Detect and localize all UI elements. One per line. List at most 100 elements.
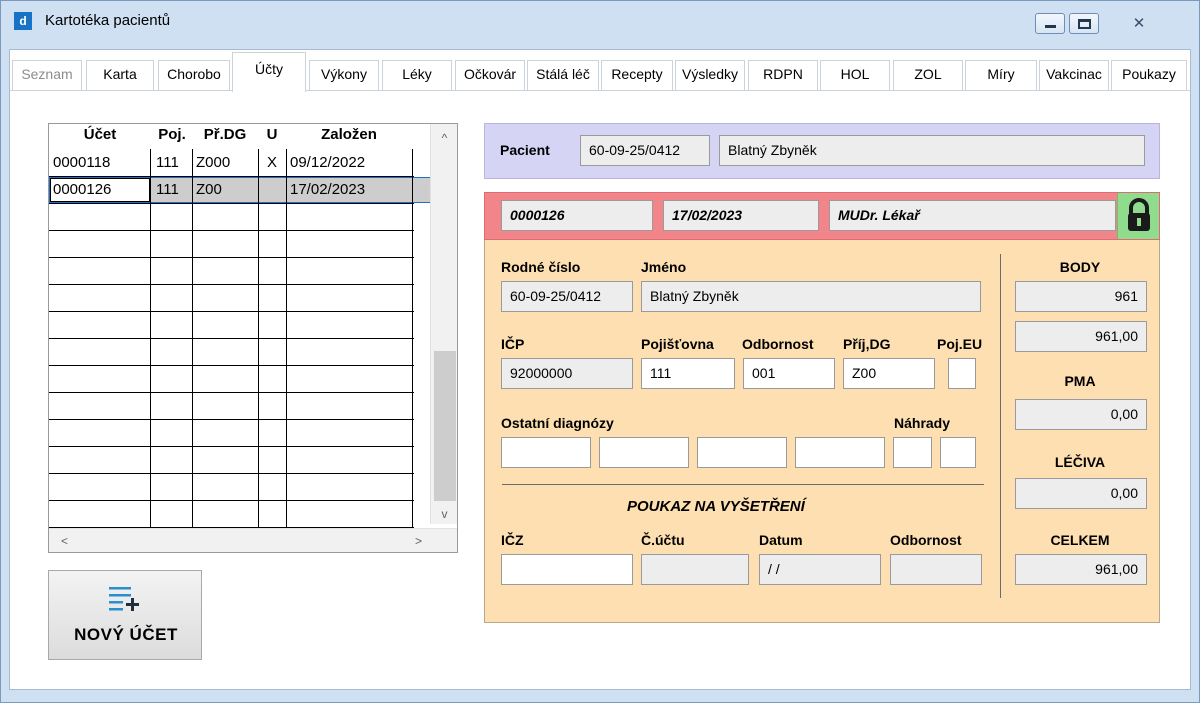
icz-field[interactable] [501,554,633,585]
poj-eu-field[interactable] [948,358,976,389]
grid-line [49,500,414,501]
maximize-button[interactable] [1069,13,1099,34]
accounts-grid[interactable]: Účet Poj. Př.DG U Založen 0000118 111 Z0… [48,123,458,553]
grid-line [49,419,414,420]
vertical-scrollbar[interactable]: ^ v [430,124,457,524]
tab-karta[interactable]: Karta [86,60,154,90]
col-zalozen[interactable]: Založen [286,126,412,148]
minimize-button[interactable] [1035,13,1065,34]
grid-line [49,257,414,258]
scroll-up-icon[interactable]: ^ [431,128,457,148]
account-detail-panel: Rodné číslo Jméno 60-09-25/0412 Blatný Z… [484,240,1160,623]
prij-dg-label: Příj,DG [843,336,891,352]
patient-card-window: d Kartotéka pacientů ✕ Seznam Karta Chor… [0,0,1200,703]
cell-dg: Z000 [196,154,231,171]
tab-ockovani[interactable]: Očkovár [455,60,525,90]
odbornost-label: Odbornost [742,336,814,352]
c-uctu-field[interactable] [641,554,749,585]
tab-vysledky[interactable]: Výsledky [675,60,745,90]
close-button[interactable]: ✕ [1111,13,1165,34]
column-separator [1000,254,1001,598]
jmeno-label: Jméno [641,259,687,275]
cell-zalozen: 17/02/2023 [290,181,366,198]
col-poj[interactable]: Poj. [152,126,192,148]
close-icon: ✕ [1132,15,1146,32]
grid-line [49,365,414,366]
cell-ucet: 0000126 [53,181,112,198]
scroll-left-icon[interactable]: < [51,531,78,551]
datum-field[interactable]: / / [759,554,881,585]
account-date-field[interactable]: 17/02/2023 [663,200,819,231]
tab-poukazy[interactable]: Poukazy [1111,60,1187,90]
col-ucet[interactable]: Účet [49,126,151,148]
pma-label: PMA [1064,373,1096,389]
title-bar[interactable]: d Kartotéka pacientů ✕ [1,1,1199,41]
tab-hol[interactable]: HOL [820,60,890,90]
odbornost2-field[interactable] [890,554,982,585]
client-area: Seznam Karta Chorobo Účty Výkony Léky Oč… [9,49,1191,690]
grid-line [49,473,414,474]
ostatni-diagnozy-label: Ostatní diagnózy [501,415,614,431]
tab-recepty[interactable]: Recepty [601,60,673,90]
tab-vykony[interactable]: Výkony [309,60,379,90]
diagnosis-field-1[interactable] [501,437,591,468]
nahrady-field-1[interactable] [893,437,932,468]
diagnosis-field-3[interactable] [697,437,787,468]
tab-chorobopis[interactable]: Chorobo [158,60,230,90]
tab-ucty[interactable]: Účty [232,52,306,92]
cell-dg: Z00 [196,181,222,198]
grid-line [49,392,414,393]
cell-u: X [267,154,278,171]
new-account-button[interactable]: NOVÝ ÚČET [48,570,202,660]
grid-line [49,446,414,447]
prij-dg-field[interactable]: Z00 [843,358,935,389]
tab-miry[interactable]: Míry [965,60,1037,90]
patient-name-field[interactable]: Blatný Zbyněk [719,135,1145,166]
scroll-down-icon[interactable]: v [431,504,457,524]
diagnosis-field-2[interactable] [599,437,689,468]
app-icon: d [14,12,32,30]
tab-leky[interactable]: Léky [382,60,452,90]
grid-line [49,338,414,339]
scroll-right-icon[interactable]: > [405,531,432,551]
tab-rdpn[interactable]: RDPN [748,60,818,90]
doctor-field[interactable]: MUDr. Lékař [829,200,1116,231]
icp-field[interactable]: 92000000 [501,358,633,389]
grid-line [49,284,414,285]
body-kc-field: 961,00 [1015,321,1147,352]
rodne-cislo-field[interactable]: 60-09-25/0412 [501,281,633,312]
nahrady-field-2[interactable] [940,437,976,468]
icz-label: IČZ [501,532,524,548]
col-dg[interactable]: Př.DG [192,126,258,148]
lock-button[interactable] [1117,193,1159,239]
horizontal-scrollbar[interactable]: < > [49,528,457,552]
leciva-label: LÉČIVA [1054,454,1106,470]
col-u[interactable]: U [258,126,286,148]
grid-line [49,230,414,231]
scroll-thumb[interactable] [434,351,456,501]
account-number-field[interactable]: 0000126 [501,200,653,231]
grid-line [49,311,414,312]
tab-divider [10,90,1190,91]
diagnosis-field-4[interactable] [795,437,885,468]
tab-zol[interactable]: ZOL [893,60,963,90]
cell-zalozen: 09/12/2022 [290,154,366,171]
pojistovna-label: Pojišťovna [641,336,714,352]
add-list-icon [109,587,139,611]
odbornost-field[interactable]: 001 [743,358,835,389]
patient-rc-field[interactable]: 60-09-25/0412 [580,135,710,166]
pojistovna-field[interactable]: 111 [641,358,735,389]
grid-line [49,203,414,204]
tab-stala-lecba[interactable]: Stálá léč [527,60,599,90]
datum-label: Datum [759,532,803,548]
tab-seznam[interactable]: Seznam [12,60,82,90]
tab-vakcinace[interactable]: Vakcinac [1039,60,1109,90]
body-field: 961 [1015,281,1147,312]
cell-ucet: 0000118 [53,154,111,171]
tab-bar: Seznam Karta Chorobo Účty Výkony Léky Oč… [10,50,1190,96]
cell-poj: 111 [156,181,179,198]
poj-eu-label: Poj.EU [937,336,983,352]
jmeno-field[interactable]: Blatný Zbyněk [641,281,981,312]
poukaz-title: POUKAZ NA VYŠETŘENÍ [627,498,805,515]
celkem-field: 961,00 [1015,554,1147,585]
